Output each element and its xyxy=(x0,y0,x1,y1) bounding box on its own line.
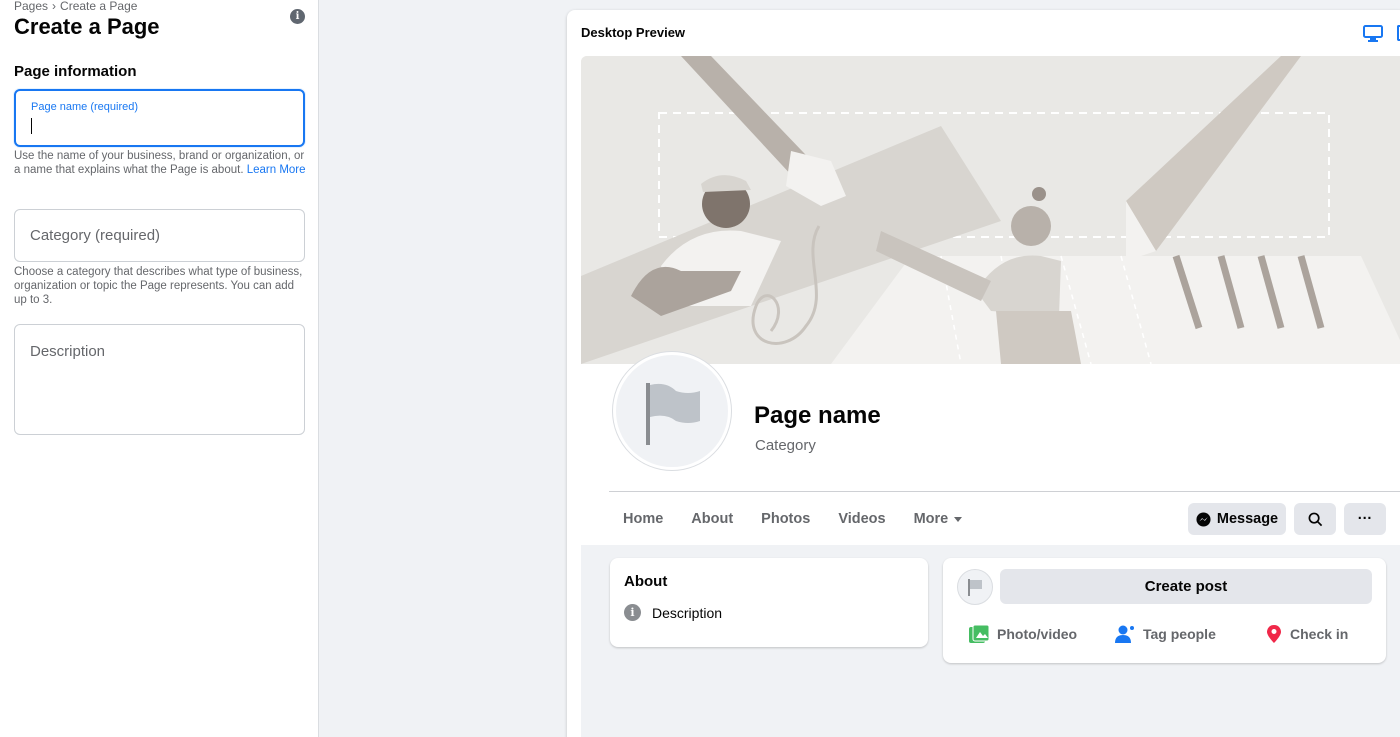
tag-people-button[interactable]: Tag people xyxy=(1114,624,1216,644)
preview-page-name: Page name xyxy=(754,402,881,429)
create-post-button[interactable]: Create post xyxy=(1000,569,1372,604)
text-caret xyxy=(31,118,32,134)
tag-people-icon xyxy=(1115,625,1134,643)
desktop-preview: Desktop Preview Page name Category Home … xyxy=(567,10,1400,737)
create-page-panel: Pages › Create a Page Create a Page i Page… xyxy=(0,0,319,737)
caret-down-icon xyxy=(954,516,963,522)
info-icon[interactable]: i xyxy=(290,9,305,24)
tab-more[interactable]: More xyxy=(900,511,977,527)
flag-icon xyxy=(968,579,982,596)
about-description: Description xyxy=(652,604,723,621)
create-post-card: Create post Photo/video Tag people Check… xyxy=(943,558,1386,663)
page-name-field[interactable]: Page name (required) xyxy=(14,89,305,147)
photo-icon xyxy=(969,624,990,643)
tab-about[interactable]: About xyxy=(677,511,747,527)
preview-title: Desktop Preview xyxy=(581,25,686,40)
message-button[interactable]: Message xyxy=(1188,503,1286,535)
page-name-hint: Use the name of your business, brand or … xyxy=(14,150,306,176)
check-in-button[interactable]: Check in xyxy=(1265,624,1348,644)
more-options-button[interactable]: ··· xyxy=(1344,503,1386,535)
breadcrumb-separator: › xyxy=(52,0,57,13)
tab-home[interactable]: Home xyxy=(609,511,677,527)
description-field[interactable]: Description xyxy=(14,324,305,435)
tab-photos[interactable]: Photos xyxy=(747,511,824,527)
breadcrumb: Pages › Create a Page xyxy=(14,0,137,13)
cover-illustration xyxy=(581,56,1400,364)
category-field[interactable]: Category (required) xyxy=(14,209,305,262)
desktop-icon[interactable] xyxy=(1363,25,1383,42)
about-description-row: i Description xyxy=(624,604,722,621)
category-placeholder: Category (required) xyxy=(30,227,161,244)
search-icon xyxy=(1308,512,1322,526)
description-placeholder: Description xyxy=(30,343,106,360)
preview-category: Category xyxy=(755,437,816,454)
flag-icon xyxy=(646,383,700,445)
page-title: Create a Page xyxy=(14,14,160,39)
location-pin-icon xyxy=(1267,625,1281,643)
category-hint: Choose a category that describes what ty… xyxy=(14,266,303,306)
about-card: About i Description xyxy=(610,558,928,647)
post-avatar xyxy=(957,569,993,605)
page-tabs: Home About Photos Videos More xyxy=(609,492,976,546)
page-header: Page name Category Home About Photos Vid… xyxy=(581,352,1400,546)
search-button[interactable] xyxy=(1294,503,1336,535)
breadcrumb-pages[interactable]: Pages xyxy=(14,0,48,13)
messenger-icon xyxy=(1196,511,1211,527)
learn-more-link[interactable]: Learn More xyxy=(247,164,306,176)
section-title: Page information xyxy=(14,63,137,80)
breadcrumb-current: Create a Page xyxy=(60,0,138,13)
info-icon: i xyxy=(624,604,641,621)
page-name-label: Page name (required) xyxy=(31,101,139,113)
about-title: About xyxy=(624,573,668,590)
more-options-icon: ··· xyxy=(1357,511,1373,527)
profile-picture xyxy=(613,352,731,470)
photo-video-button[interactable]: Photo/video xyxy=(968,624,1077,644)
tab-videos[interactable]: Videos xyxy=(824,511,899,527)
